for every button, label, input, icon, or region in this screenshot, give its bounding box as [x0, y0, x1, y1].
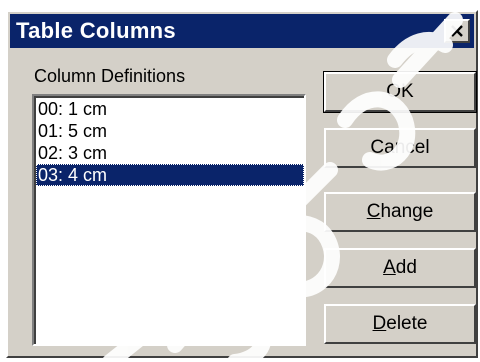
table-columns-dialog: Table Columns Column Definitions 00: 1 c…: [6, 10, 478, 358]
column-definitions-list[interactable]: 00: 1 cm 01: 5 cm 02: 3 cm 03: 4 cm: [32, 94, 306, 346]
change-button[interactable]: Change: [324, 192, 476, 232]
close-icon: [451, 25, 463, 37]
list-items-container: 00: 1 cm 01: 5 cm 02: 3 cm 03: 4 cm: [34, 96, 304, 344]
close-button[interactable]: [444, 19, 470, 43]
add-button-label: dd: [395, 257, 417, 278]
list-item[interactable]: 01: 5 cm: [36, 120, 304, 142]
title-bar[interactable]: Table Columns: [10, 14, 474, 48]
list-item[interactable]: 00: 1 cm: [36, 98, 304, 120]
column-definitions-label: Column Definitions: [34, 66, 186, 86]
change-mnemonic: C: [366, 201, 381, 222]
change-button-label: hange: [380, 201, 434, 222]
ok-button-label: OK: [386, 81, 414, 102]
add-mnemonic: A: [383, 257, 396, 278]
dialog-title: Table Columns: [16, 18, 176, 43]
cancel-button[interactable]: Cancel: [324, 128, 476, 168]
list-item-selected[interactable]: 03: 4 cm: [36, 164, 304, 186]
ok-button[interactable]: OK: [323, 71, 477, 113]
delete-button-label: elete: [386, 313, 428, 334]
add-button[interactable]: Add: [324, 248, 476, 288]
cancel-button-label: Cancel: [370, 137, 430, 158]
delete-button[interactable]: Delete: [324, 304, 476, 344]
list-item[interactable]: 02: 3 cm: [36, 142, 304, 164]
delete-mnemonic: D: [372, 313, 387, 334]
